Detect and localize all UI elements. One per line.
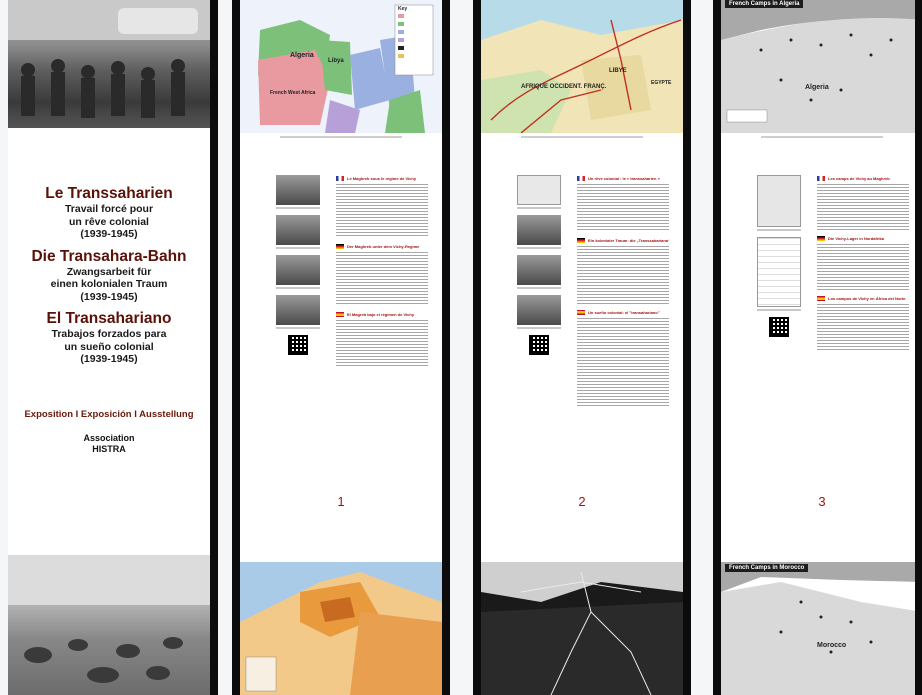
photo-column (757, 175, 801, 337)
archive-table-image (757, 237, 801, 307)
association-line-2: HISTRA (92, 444, 126, 454)
exposition-label: Exposition I Exposición I Ausstellung (24, 409, 194, 420)
association-label: Association HISTRA (8, 433, 210, 455)
panel-divider (915, 0, 922, 695)
archive-map-image (517, 175, 561, 205)
spain-flag-icon (817, 296, 825, 301)
page-number: 1 (337, 494, 345, 509)
years-fr: (1939-1945) (80, 228, 138, 240)
article-body (577, 318, 669, 408)
cover-photo-soldiers (8, 0, 210, 128)
panel-divider (442, 0, 450, 695)
years-de: (1939-1945) (80, 290, 138, 303)
map-label-libya: Libya (328, 58, 344, 64)
cover-panel[interactable]: Le Transsaharien Travail forcé pour un r… (8, 0, 210, 695)
archive-photo (276, 175, 320, 205)
title-fr: Le Transsaharien (45, 185, 173, 202)
article-body (336, 252, 428, 306)
archive-photo (276, 255, 320, 285)
panel-divider (232, 0, 240, 695)
article-title-de: Ein kolonialer Traum: die „Transsaharian… (588, 238, 669, 243)
map-french-camps-morocco (721, 562, 922, 695)
years-es: (1939-1945) (80, 353, 138, 365)
archive-photo (517, 295, 561, 325)
map-north-africa-political (240, 0, 442, 133)
map-transsaharan-route (481, 562, 683, 695)
photo-column (276, 175, 320, 355)
map-french-africa-rail (481, 0, 683, 133)
france-flag-icon (817, 176, 825, 181)
cover-titles: Le Transsaharien Travail forcé pour un r… (8, 184, 210, 366)
article-title-de: Der Maghreb unter dem Vichy-Regime (347, 244, 420, 249)
article-body (336, 184, 428, 238)
map-label-french-west-africa: French West Africa (270, 90, 316, 96)
title-de: Die Transahara-Bahn (31, 247, 187, 265)
archive-photo (276, 295, 320, 325)
map-label-morocco: Morocco (817, 642, 847, 649)
map-title-camps-algeria: French Camps in Algeria (725, 0, 804, 8)
map-french-camps-algeria (721, 0, 922, 133)
article-body (336, 320, 428, 368)
subtitle-fr-2: un rêve colonial (69, 215, 149, 228)
cover-photo-desert-camp (8, 555, 210, 695)
article-title-fr: Le Maghreb sous le régime de Vichy (347, 176, 417, 181)
subtitle-es-2: un sueño colonial (64, 340, 154, 353)
archive-map-image (757, 175, 801, 227)
article-title-de: Die Vichy-Lager in Nordafrika (828, 236, 884, 241)
article-title-fr: Un rêve colonial : le « transsaharien » (588, 176, 660, 181)
spain-flag-icon (577, 310, 585, 315)
article-column: Les camps de Vichy au Maghreb Die Vichy-… (817, 176, 909, 356)
map-label-libye: LIBYE (609, 68, 627, 74)
article-body (817, 244, 909, 290)
exhibit-panel-3[interactable]: French Camps in Algeria Algeria Les camp… (721, 0, 922, 695)
article-title-es: Los campos de Vichy en África del Norte (828, 296, 906, 301)
title-es: El Transahariano (46, 310, 172, 327)
archive-photo (276, 215, 320, 245)
panel-divider (210, 0, 218, 695)
archive-photo (517, 255, 561, 285)
subtitle-fr-1: Travail forcé pour (64, 203, 154, 215)
qr-code-icon[interactable] (288, 335, 308, 355)
map-algeria-territories (240, 562, 442, 695)
spain-flag-icon (336, 312, 344, 317)
panel-divider (683, 0, 691, 695)
exhibition-preview: Le Transsaharien Travail forcé pour un r… (0, 0, 922, 695)
subtitle-es-1: Trabajos forzados para (51, 328, 167, 340)
article-body (577, 246, 669, 304)
exhibit-panel-2[interactable]: LIBYE AFRIQUE OCCIDENT. FRANÇ. EGYPTE Un… (481, 0, 683, 695)
archive-photo (517, 215, 561, 245)
france-flag-icon (577, 176, 585, 181)
page-number: 3 (818, 494, 826, 509)
exhibit-panel-1[interactable]: Key Algeria Libya French West Africa Le … (240, 0, 442, 695)
article-title-fr: Les camps de Vichy au Maghreb (828, 176, 890, 181)
map-key-label: Key (398, 6, 408, 12)
panel-divider (473, 0, 481, 695)
association-line-1: Association (83, 433, 135, 443)
qr-code-icon[interactable] (529, 335, 549, 355)
panel-divider (713, 0, 721, 695)
photo-column (517, 175, 561, 355)
france-flag-icon (336, 176, 344, 181)
qr-code-icon[interactable] (769, 317, 789, 337)
germany-flag-icon (577, 238, 585, 243)
map-label-egypte: EGYPTE (651, 80, 672, 86)
map-label-algeria: Algeria (290, 52, 314, 59)
subtitle-de-2: einen kolonialen Traum (50, 278, 168, 290)
article-body (577, 184, 669, 232)
map-label-algeria: Algeria (805, 84, 829, 91)
germany-flag-icon (336, 244, 344, 249)
subtitle-de-1: Zwangsarbeit für (66, 265, 152, 278)
map-label-afrique-occidentale: AFRIQUE OCCIDENT. FRANÇ. (521, 84, 607, 90)
page-number: 2 (578, 494, 586, 509)
article-column: Le Maghreb sous le régime de Vichy Der M… (336, 176, 428, 374)
article-body (817, 184, 909, 230)
germany-flag-icon (817, 236, 825, 241)
article-title-es: El Magreb bajo el régimen de Vichy (347, 312, 415, 317)
article-title-es: Un sueño colonial: el "transahariano" (588, 310, 660, 315)
map-title-camps-morocco: French Camps in Morocco (725, 564, 809, 572)
article-body (817, 304, 909, 350)
article-column: Un rêve colonial : le « transsaharien » … (577, 176, 669, 414)
